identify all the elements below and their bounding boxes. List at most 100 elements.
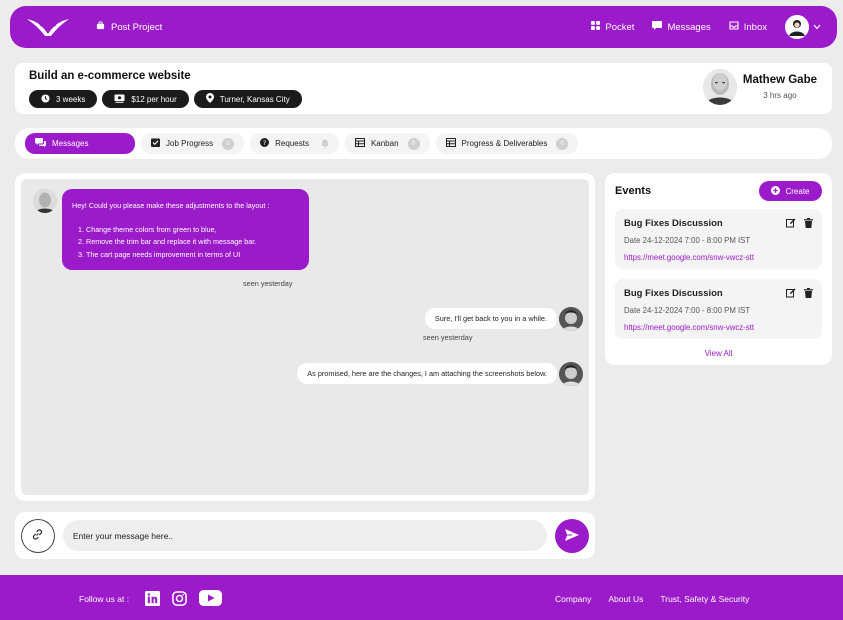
attach-button[interactable] — [21, 518, 55, 553]
tab-kanban[interactable]: Kanban 0 — [344, 133, 430, 154]
events-title: Events — [615, 185, 652, 197]
own-avatar — [559, 307, 583, 331]
kanban-count: 0 — [407, 137, 420, 150]
nav-inbox-label: Inbox — [743, 21, 767, 33]
event-name: Bug Fixes Discussion — [624, 218, 723, 229]
footer-link-trust-safety[interactable]: Trust, Safety & Security — [660, 594, 749, 604]
message-bubble-outgoing: Sure, I'll get back to you in a while. — [424, 308, 557, 329]
view-all-events-link[interactable]: View All — [605, 349, 832, 358]
rate-chip: $12 per hour — [102, 90, 189, 108]
tab-job-progress-label: Job Progress — [166, 139, 214, 148]
event-date: Date 24-12-2024 7:00 - 8:00 PM IST — [624, 306, 751, 315]
chat-bubble-icon — [652, 21, 663, 33]
job-progress-count: 0 — [222, 137, 235, 150]
youtube-icon[interactable] — [199, 590, 222, 606]
grid-icon — [591, 21, 601, 33]
client-profile[interactable]: Mathew Gabe 3 hrs ago — [702, 69, 817, 105]
client-last-seen: 3 hrs ago — [763, 91, 797, 100]
avatar — [785, 15, 809, 39]
message-list-item: Change theme colors from green to blue, — [86, 224, 299, 237]
brand-logo[interactable] — [26, 17, 70, 37]
create-label: Create — [785, 186, 810, 196]
event-card: Bug Fixes Discussion Date 24-12-2024 7:0… — [615, 279, 822, 339]
tab-job-progress[interactable]: Job Progress 0 — [141, 133, 245, 154]
follow-us-label: Follow us at : — [79, 594, 130, 604]
tab-kanban-label: Kanban — [370, 139, 399, 148]
tab-progress-deliverables[interactable]: Progress & Deliverables 0 — [435, 133, 579, 154]
trash-icon[interactable] — [804, 218, 813, 228]
project-header: Build an e-commerce website 3 weeks $12 … — [15, 63, 832, 114]
event-card: Bug Fixes Discussion Date 24-12-2024 7:0… — [615, 209, 822, 269]
briefcase-icon — [96, 21, 105, 33]
table-icon — [445, 138, 456, 149]
chat-history[interactable]: Hey! Could you please make these adjustm… — [21, 179, 589, 495]
client-avatar — [702, 69, 737, 105]
send-icon — [565, 528, 580, 543]
client-name: Mathew Gabe — [742, 74, 817, 86]
message-bubble-incoming: Hey! Could you please make these adjustm… — [62, 189, 309, 270]
tab-messages-label: Messages — [52, 139, 89, 148]
sender-avatar — [33, 189, 57, 213]
nav-pocket[interactable]: Pocket — [591, 21, 634, 33]
chat-panel: Hey! Could you please make these adjustm… — [15, 173, 595, 501]
tab-requests[interactable]: ? Requests — [250, 133, 339, 154]
location-chip: Turner, Kansas City — [193, 90, 302, 108]
seen-status: seen yesterday — [243, 279, 293, 288]
chevron-down-icon — [813, 22, 821, 32]
tab-bar: Messages Job Progress 0 ? Requests Kanba… — [15, 128, 832, 159]
send-button[interactable] — [555, 518, 589, 553]
footer-link-about-us[interactable]: About Us — [608, 594, 643, 604]
progress-deliverables-count: 0 — [556, 137, 569, 150]
nav-messages-label: Messages — [667, 21, 711, 33]
own-avatar — [559, 362, 583, 386]
message-input[interactable] — [62, 520, 548, 551]
clock-icon — [41, 93, 50, 105]
nav-pocket-label: Pocket — [605, 21, 635, 33]
duration-label: 3 weeks — [56, 94, 86, 104]
plus-circle-icon — [771, 185, 781, 197]
instagram-icon[interactable] — [172, 590, 187, 606]
event-meet-link[interactable]: https://meet.google.com/snw-vwcz-stt — [624, 323, 813, 332]
footer: Follow us at : Company About Us Trust, S… — [0, 575, 843, 620]
event-name: Bug Fixes Discussion — [624, 288, 723, 299]
post-project-link[interactable]: Post Project — [96, 21, 162, 33]
message-list-item: Remove the trim bar and replace it with … — [86, 236, 299, 249]
event-date: Date 24-12-2024 7:00 - 8:00 PM IST — [624, 236, 751, 245]
tab-requests-label: Requests — [275, 139, 309, 148]
link-icon — [31, 528, 44, 543]
message-composer — [15, 512, 595, 559]
events-panel: Events Create Bug Fixes Discussion Date … — [605, 173, 832, 365]
user-menu[interactable] — [785, 15, 821, 39]
location-pin-icon — [205, 93, 214, 105]
tab-messages[interactable]: Messages — [25, 133, 135, 154]
inbox-icon — [729, 21, 739, 33]
linkedin-icon[interactable] — [145, 590, 160, 606]
duration-chip: 3 weeks — [29, 90, 98, 108]
event-meet-link[interactable]: https://meet.google.com/snw-vwcz-stt — [624, 253, 813, 262]
clipboard-check-icon — [151, 138, 160, 149]
edit-icon[interactable] — [786, 218, 796, 228]
footer-link-company[interactable]: Company — [555, 594, 591, 604]
nav-inbox[interactable]: Inbox — [729, 21, 767, 33]
top-navbar: Post Project Pocket Messages Inbox — [10, 6, 837, 48]
message-bubble-outgoing: As promised, here are the changes, I am … — [297, 363, 557, 384]
edit-icon[interactable] — [786, 288, 796, 298]
location-label: Turner, Kansas City — [219, 94, 290, 104]
money-icon — [114, 94, 125, 105]
chat-bubbles-icon — [35, 138, 46, 149]
trash-icon[interactable] — [804, 288, 813, 298]
message-text: As promised, here are the changes, I am … — [307, 369, 547, 378]
seen-status: seen yesterday — [423, 333, 473, 342]
svg-text:?: ? — [263, 140, 266, 147]
create-event-button[interactable]: Create — [759, 181, 822, 201]
message-text: Sure, I'll get back to you in a while. — [434, 314, 547, 323]
question-icon: ? — [260, 138, 270, 149]
message-list-item: The cart page needs improvement in terms… — [86, 249, 299, 262]
nav-messages[interactable]: Messages — [652, 21, 711, 33]
tab-progress-deliverables-label: Progress & Deliverables — [461, 139, 548, 148]
project-title: Build an e-commerce website — [29, 70, 191, 82]
bell-icon — [321, 139, 329, 148]
post-project-label: Post Project — [111, 21, 163, 33]
rate-label: $12 per hour — [131, 94, 177, 104]
table-icon — [354, 138, 365, 149]
